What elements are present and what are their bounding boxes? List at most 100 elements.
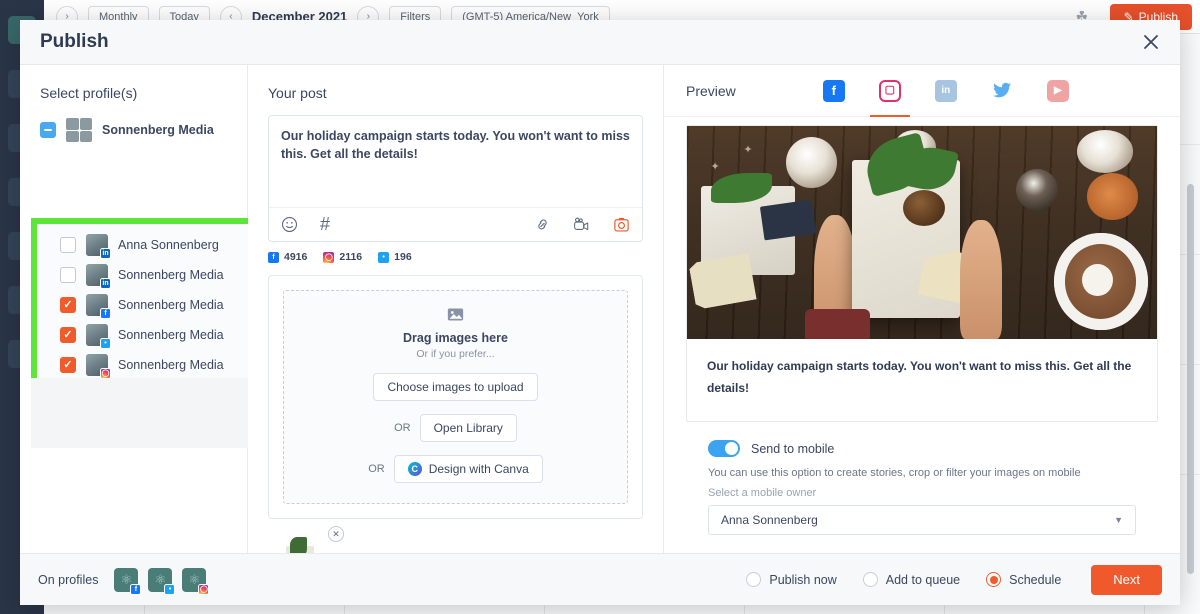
linkedin-icon: in	[100, 278, 111, 289]
profile-checkbox[interactable]: ✓	[60, 357, 76, 373]
remove-icon[interactable]: ✕	[328, 526, 344, 542]
canva-button-label: Design with Canva	[429, 462, 529, 476]
your-post-panel: Your post Our holiday campaign starts to…	[248, 65, 664, 553]
composer-toolbar: #	[269, 207, 642, 241]
profile-checkbox[interactable]: ✓	[60, 297, 76, 313]
publish-modal: Publish Select profile(s) Sonnenberg Med…	[20, 20, 1180, 605]
emoji-icon[interactable]	[281, 216, 298, 233]
radio-publish-now[interactable]	[746, 572, 761, 587]
count-value: 4916	[284, 251, 307, 263]
count-item: ◯ 2116	[323, 251, 362, 263]
canva-icon: C	[408, 462, 422, 476]
profile-list-spacer	[31, 378, 259, 448]
footer-avatar: ⚛ f	[114, 568, 138, 592]
mobile-owner-select[interactable]: Anna Sonnenberg ▼	[708, 505, 1136, 535]
option-publish-now[interactable]: Publish now	[746, 572, 836, 587]
profile-checkbox[interactable]	[60, 237, 76, 253]
character-counts: f 4916 ◯ 2116 • 196	[248, 242, 663, 263]
profile-label: Sonnenberg Media	[118, 298, 224, 312]
send-to-mobile-row[interactable]: Send to mobile	[708, 440, 1136, 457]
facebook-icon: f	[823, 80, 845, 102]
profile-row[interactable]: ✓ • Sonnenberg Media	[37, 320, 253, 350]
option-label: Schedule	[1009, 573, 1061, 587]
profile-group-avatar	[66, 118, 92, 142]
dropzone-subtitle: Or if you prefer...	[284, 348, 627, 360]
footer-avatar: ⚛ ◯	[182, 568, 206, 592]
preview-heading: Preview	[686, 83, 736, 99]
send-to-mobile-help: You can use this option to create storie…	[708, 467, 1136, 479]
preview-header: Preview f ▢ in ▶	[664, 65, 1180, 117]
image-dropzone[interactable]: Drag images here Or if you prefer... Cho…	[283, 290, 628, 504]
preview-image: ✦ ✦	[687, 126, 1157, 339]
or-separator-2: OR	[368, 463, 385, 475]
profile-label: Sonnenberg Media	[118, 328, 224, 342]
profile-list-highlight: in Anna Sonnenberg in Sonnenberg Media ✓…	[31, 218, 259, 393]
preview-panel: Preview f ▢ in ▶	[664, 65, 1180, 553]
video-icon[interactable]	[573, 216, 591, 233]
profile-row[interactable]: in Sonnenberg Media	[37, 260, 253, 290]
link-icon[interactable]	[534, 216, 551, 233]
chevron-down-icon: ▼	[1114, 515, 1123, 525]
profile-row[interactable]: ✓ f Sonnenberg Media	[37, 290, 253, 320]
linkedin-icon: in	[935, 80, 957, 102]
attached-image-thumbnail[interactable]	[268, 533, 336, 553]
tab-linkedin[interactable]: in	[918, 65, 974, 117]
profile-row[interactable]: ✓ ◯ Sonnenberg Media	[37, 350, 253, 380]
close-icon[interactable]	[1140, 31, 1162, 53]
profile-checkbox[interactable]	[60, 267, 76, 283]
choose-images-button[interactable]: Choose images to upload	[373, 373, 537, 401]
radio-add-to-queue[interactable]	[863, 572, 878, 587]
avatar: in	[86, 234, 108, 256]
image-icon	[284, 307, 627, 326]
profile-row[interactable]: in Anna Sonnenberg	[37, 230, 253, 260]
select-profiles-heading: Select profile(s)	[20, 65, 247, 115]
tab-instagram[interactable]: ▢	[862, 65, 918, 117]
modal-header: Publish	[20, 20, 1180, 65]
twitter-icon: •	[378, 252, 389, 263]
post-composer: Our holiday campaign starts today. You w…	[268, 115, 643, 242]
option-label: Publish now	[769, 573, 836, 587]
send-to-mobile-block: Send to mobile You can use this option t…	[686, 422, 1158, 535]
tab-facebook[interactable]: f	[806, 65, 862, 117]
youtube-icon: ▶	[1047, 80, 1069, 102]
radio-schedule[interactable]	[986, 572, 1001, 587]
instagram-icon: ◯	[198, 584, 209, 595]
option-add-to-queue[interactable]: Add to queue	[863, 572, 960, 587]
mobile-owner-value: Anna Sonnenberg	[721, 513, 818, 527]
twitter-icon: •	[100, 338, 111, 349]
select-profiles-panel: Select profile(s) Sonnenberg Media in An…	[20, 65, 248, 553]
calendar-scrollbar[interactable]	[1187, 184, 1194, 574]
profile-checkbox[interactable]: ✓	[60, 327, 76, 343]
avatar: ◯	[86, 354, 108, 376]
camera-icon[interactable]	[613, 216, 630, 233]
facebook-icon: f	[268, 252, 279, 263]
post-textarea[interactable]: Our holiday campaign starts today. You w…	[269, 116, 642, 207]
profile-root-checkbox[interactable]	[40, 122, 56, 138]
footer-avatar: ⚛ •	[148, 568, 172, 592]
instagram-icon: ▢	[879, 80, 901, 102]
tab-twitter[interactable]	[974, 65, 1030, 117]
preview-content[interactable]: ✦ ✦	[664, 117, 1180, 553]
your-post-heading: Your post	[248, 65, 663, 115]
attached-image-row: ✕	[268, 533, 643, 553]
dropzone-title: Drag images here	[284, 331, 627, 345]
instagram-icon: ◯	[323, 252, 334, 263]
option-label: Add to queue	[886, 573, 960, 587]
twitter-icon	[991, 80, 1013, 102]
avatar: f	[86, 294, 108, 316]
profile-root-row[interactable]: Sonnenberg Media	[20, 115, 247, 145]
next-button[interactable]: Next	[1091, 565, 1162, 595]
design-with-canva-button[interactable]: C Design with Canva	[394, 455, 543, 483]
twitter-icon: •	[164, 584, 175, 595]
preview-caption: Our holiday campaign starts today. You w…	[687, 339, 1157, 421]
option-schedule[interactable]: Schedule	[986, 572, 1061, 587]
send-to-mobile-toggle[interactable]	[708, 440, 740, 457]
media-card: Drag images here Or if you prefer... Cho…	[268, 275, 643, 519]
open-library-button[interactable]: Open Library	[420, 414, 517, 442]
hashtag-icon[interactable]: #	[320, 214, 330, 235]
facebook-icon: f	[100, 308, 111, 319]
count-item: f 4916	[268, 251, 307, 263]
mobile-owner-label: Select a mobile owner	[708, 487, 1136, 499]
avatar: •	[86, 324, 108, 346]
tab-youtube[interactable]: ▶	[1030, 65, 1086, 117]
